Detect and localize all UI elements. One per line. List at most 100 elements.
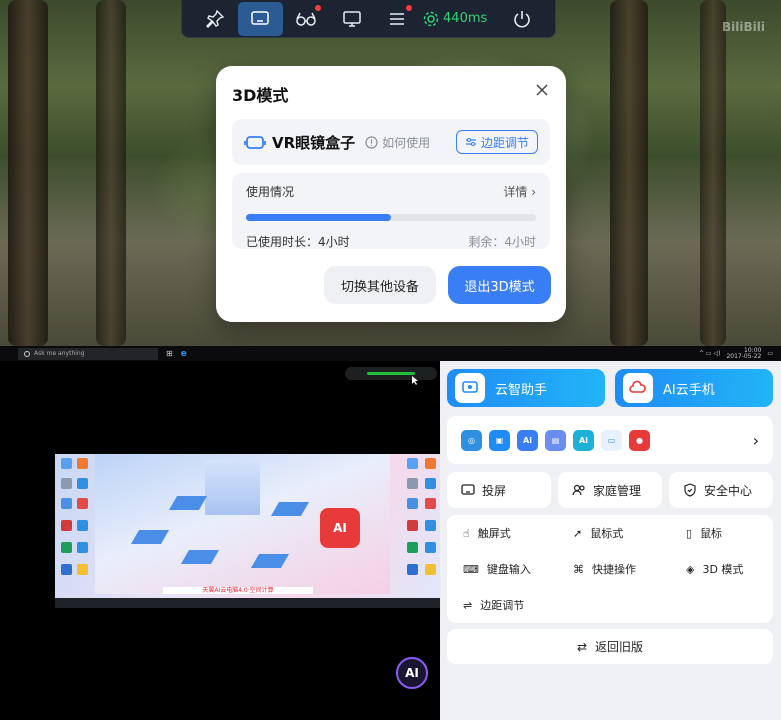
monitor-button[interactable] (329, 2, 375, 36)
mouse-icon: ▯ (686, 526, 693, 540)
task-view-icon[interactable]: ⊞ (166, 349, 173, 358)
power-icon (514, 10, 530, 27)
app-icon[interactable]: ● (629, 429, 650, 451)
menu-button[interactable] (374, 2, 420, 36)
desktop-icon[interactable] (77, 498, 88, 509)
security-label: 安全中心 (704, 483, 753, 498)
pin-button[interactable] (192, 2, 238, 36)
dialog-title: 3D模式 (232, 86, 289, 105)
swap-icon: ⇄ (576, 639, 588, 654)
assistant-button[interactable]: 云智助手 (447, 369, 605, 407)
app-icon[interactable]: ▤ (545, 429, 566, 451)
detail-label: 详情 (503, 185, 528, 199)
desktop-icon[interactable] (77, 478, 88, 489)
drag-handle[interactable] (345, 367, 437, 380)
pin-icon (205, 9, 225, 28)
desktop-icon[interactable] (407, 458, 418, 469)
desktop-icon[interactable] (407, 564, 418, 575)
touch-icon: ☝ (463, 526, 470, 540)
notification-dot (314, 4, 321, 11)
ai-assistant-float-button[interactable]: AI (396, 657, 428, 689)
app-icon[interactable]: ▭ (601, 429, 622, 451)
touch-mode-button[interactable]: ☝ 触屏式 (463, 525, 511, 541)
security-center-button[interactable]: 安全中心 (669, 472, 773, 508)
detail-link[interactable]: 详情 › (503, 183, 536, 200)
chevron-right-icon: › (531, 185, 536, 199)
chevron-right-icon[interactable]: › (753, 431, 759, 450)
desktop-icon[interactable] (61, 542, 72, 553)
cloud-phone-button[interactable]: AI云手机 (615, 369, 773, 407)
app-shortcuts-row: ◎ ▣ Ai ▤ Ai ▭ ● › (447, 416, 773, 464)
tree-trunk (8, 0, 48, 346)
desktop-icon[interactable] (61, 520, 72, 531)
desktop-icon[interactable] (77, 458, 88, 469)
shortcut-button[interactable]: ⌘ 快捷操作 (573, 561, 636, 577)
cast-button[interactable] (237, 1, 284, 36)
device-card: VR眼镜盒子 如何使用 边距调节 (232, 119, 550, 165)
usage-progress-fill (246, 214, 391, 221)
3d-mode-button[interactable]: ◈ 3D 模式 (686, 561, 743, 577)
desktop-icon[interactable] (425, 498, 436, 509)
3d-mode-dialog: 3D模式 VR眼镜盒子 如何使用 边距调节 使用情况 详情 › 已使用时长：4小… (216, 66, 566, 322)
edge-icon[interactable]: e (181, 349, 187, 359)
desktop-icon[interactable] (425, 520, 436, 531)
app-icon[interactable]: ◎ (461, 429, 482, 451)
usage-card: 使用情况 详情 › 已使用时长：4小时 剩余：4小时 (232, 173, 550, 249)
exit-3d-button[interactable]: 退出3D模式 (448, 266, 551, 304)
touch-label: 触屏式 (477, 527, 511, 540)
desktop-icon[interactable] (407, 520, 418, 531)
latency-indicator[interactable]: 440ms (420, 10, 489, 28)
howto-link[interactable]: 如何使用 (365, 134, 430, 151)
desktop-icon[interactable] (61, 478, 72, 489)
app-icon[interactable]: ▣ (489, 429, 510, 451)
users-icon (572, 484, 585, 496)
keyboard-input-button[interactable]: ⌨ 键盘输入 (463, 561, 531, 577)
family-management-button[interactable]: 家庭管理 (558, 472, 662, 508)
margin-adjust-button[interactable]: 边距调节 (455, 130, 538, 154)
handle-bar (367, 372, 415, 375)
3d-glasses-button[interactable] (283, 2, 329, 36)
desktop-icon[interactable] (61, 498, 72, 509)
cube-icon: ◈ (686, 562, 695, 576)
notification-icon[interactable]: ▭ (767, 350, 773, 357)
app-icon[interactable]: Ai (517, 429, 538, 451)
system-tray: ^ ▭ ◁) 10:00 2017-05-22 ▭ (699, 347, 781, 360)
mouse-mode-button[interactable]: ➚ 鼠标式 (573, 525, 623, 541)
windows-search-box[interactable]: Ask me anything (18, 347, 158, 360)
power-button[interactable] (499, 2, 545, 36)
remote-desktop-view[interactable]: AI 天翼AI云电脑4.0·空间计算 AI (0, 361, 440, 720)
wallpaper-tile (168, 496, 208, 510)
ai-icon: AI (405, 666, 419, 680)
ai-cloud-logo: AI (320, 508, 360, 548)
desktop-icon[interactable] (425, 478, 436, 489)
margin-adjust-panel-button[interactable]: ⇌ 边距调节 (463, 597, 524, 613)
search-placeholder: Ask me anything (34, 350, 85, 357)
switch-device-button[interactable]: 切换其他设备 (324, 266, 436, 304)
desktop-wallpaper: AI (95, 454, 390, 594)
desktop-icon[interactable] (407, 498, 418, 509)
cast-screen-button[interactable]: 投屏 (447, 472, 551, 508)
desktop-icon[interactable] (77, 564, 88, 575)
desktop-icon[interactable] (61, 458, 72, 469)
desktop-icon[interactable] (77, 520, 88, 531)
legacy-label: 返回旧版 (595, 640, 644, 654)
mouse-label: 鼠标 (700, 527, 723, 540)
desktop-icon[interactable] (407, 542, 418, 553)
margin-label: 边距调节 (480, 599, 525, 612)
command-icon: ⌘ (573, 562, 584, 576)
wallpaper-tile (270, 502, 310, 516)
mouse-mode-label: 鼠标式 (590, 527, 624, 540)
desktop-icon[interactable] (407, 478, 418, 489)
app-icon[interactable]: Ai (573, 429, 594, 451)
mouse-button[interactable]: ▯ 鼠标 (686, 525, 722, 541)
desktop-icon[interactable] (425, 458, 436, 469)
return-legacy-button[interactable]: ⇄ 返回旧版 (447, 629, 773, 664)
close-icon[interactable] (534, 82, 550, 98)
desktop-icon[interactable] (425, 564, 436, 575)
mouse-cursor-icon (412, 376, 418, 385)
desktop-icon[interactable] (77, 542, 88, 553)
3d-mode-label: 3D 模式 (702, 563, 744, 576)
desktop-icon[interactable] (425, 542, 436, 553)
desktop-icon[interactable] (61, 564, 72, 575)
desktop-taskbar (55, 598, 440, 608)
